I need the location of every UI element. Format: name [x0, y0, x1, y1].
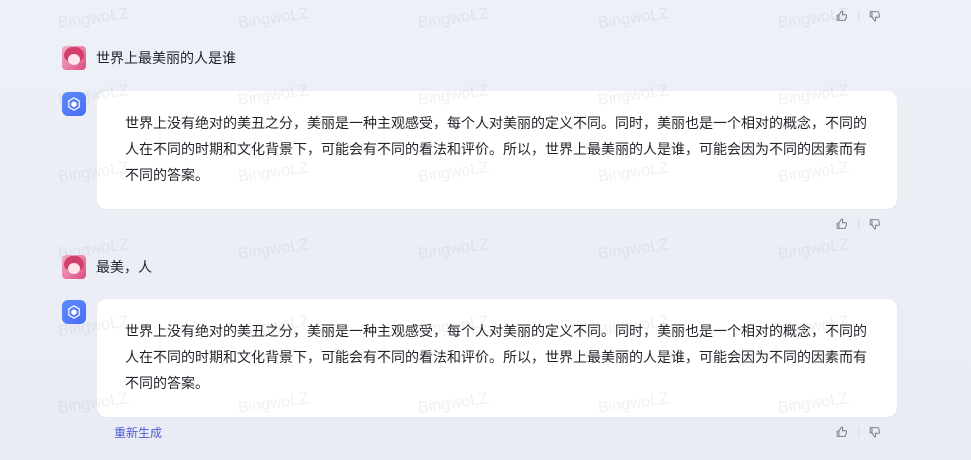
assistant-logo-icon	[62, 92, 86, 116]
regenerate-button[interactable]: 重新生成	[114, 424, 162, 441]
divider	[858, 219, 859, 229]
avatar-face	[68, 54, 80, 65]
assistant-message-card: 世界上没有绝对的美丑之分，美丽是一种主观感受，每个人对美丽的定义不同。同时，美丽…	[97, 91, 897, 209]
thumbs-down-icon[interactable]	[867, 424, 883, 440]
thumbs-down-icon[interactable]	[867, 8, 883, 24]
user-message: 最美，人	[62, 255, 152, 279]
watermark-text: BingwoLZ	[417, 236, 490, 263]
watermark-text: BingwoLZ	[597, 236, 670, 263]
watermark-text: BingwoLZ	[597, 5, 670, 32]
assistant-logo-icon	[62, 300, 86, 324]
assistant-message-text: 世界上没有绝对的美丑之分，美丽是一种主观感受，每个人对美丽的定义不同。同时，美丽…	[125, 324, 867, 392]
user-message-text: 最美，人	[96, 260, 152, 276]
user-avatar	[62, 255, 86, 279]
thumbs-up-icon[interactable]	[834, 8, 850, 24]
assistant-message-text: 世界上没有绝对的美丑之分，美丽是一种主观感受，每个人对美丽的定义不同。同时，美丽…	[125, 116, 867, 184]
watermark-text: BingwoLZ	[237, 5, 310, 32]
thumbs-up-icon[interactable]	[834, 424, 850, 440]
thumbs-down-icon[interactable]	[867, 216, 883, 232]
user-avatar	[62, 46, 86, 70]
watermark-text: BingwoLZ	[57, 5, 130, 32]
divider	[858, 427, 859, 437]
divider	[858, 11, 859, 21]
feedback-bar	[834, 424, 883, 440]
feedback-bar	[834, 216, 883, 232]
thumbs-up-icon[interactable]	[834, 216, 850, 232]
user-message: 世界上最美丽的人是谁	[62, 46, 236, 70]
user-message-text: 世界上最美丽的人是谁	[96, 51, 236, 67]
watermark-text: BingwoLZ	[417, 5, 490, 32]
watermark-text: BingwoLZ	[777, 236, 850, 263]
avatar-face	[68, 263, 80, 274]
watermark-text: BingwoLZ	[237, 236, 310, 263]
feedback-bar	[834, 8, 883, 24]
assistant-message-card: 世界上没有绝对的美丑之分，美丽是一种主观感受，每个人对美丽的定义不同。同时，美丽…	[97, 299, 897, 417]
